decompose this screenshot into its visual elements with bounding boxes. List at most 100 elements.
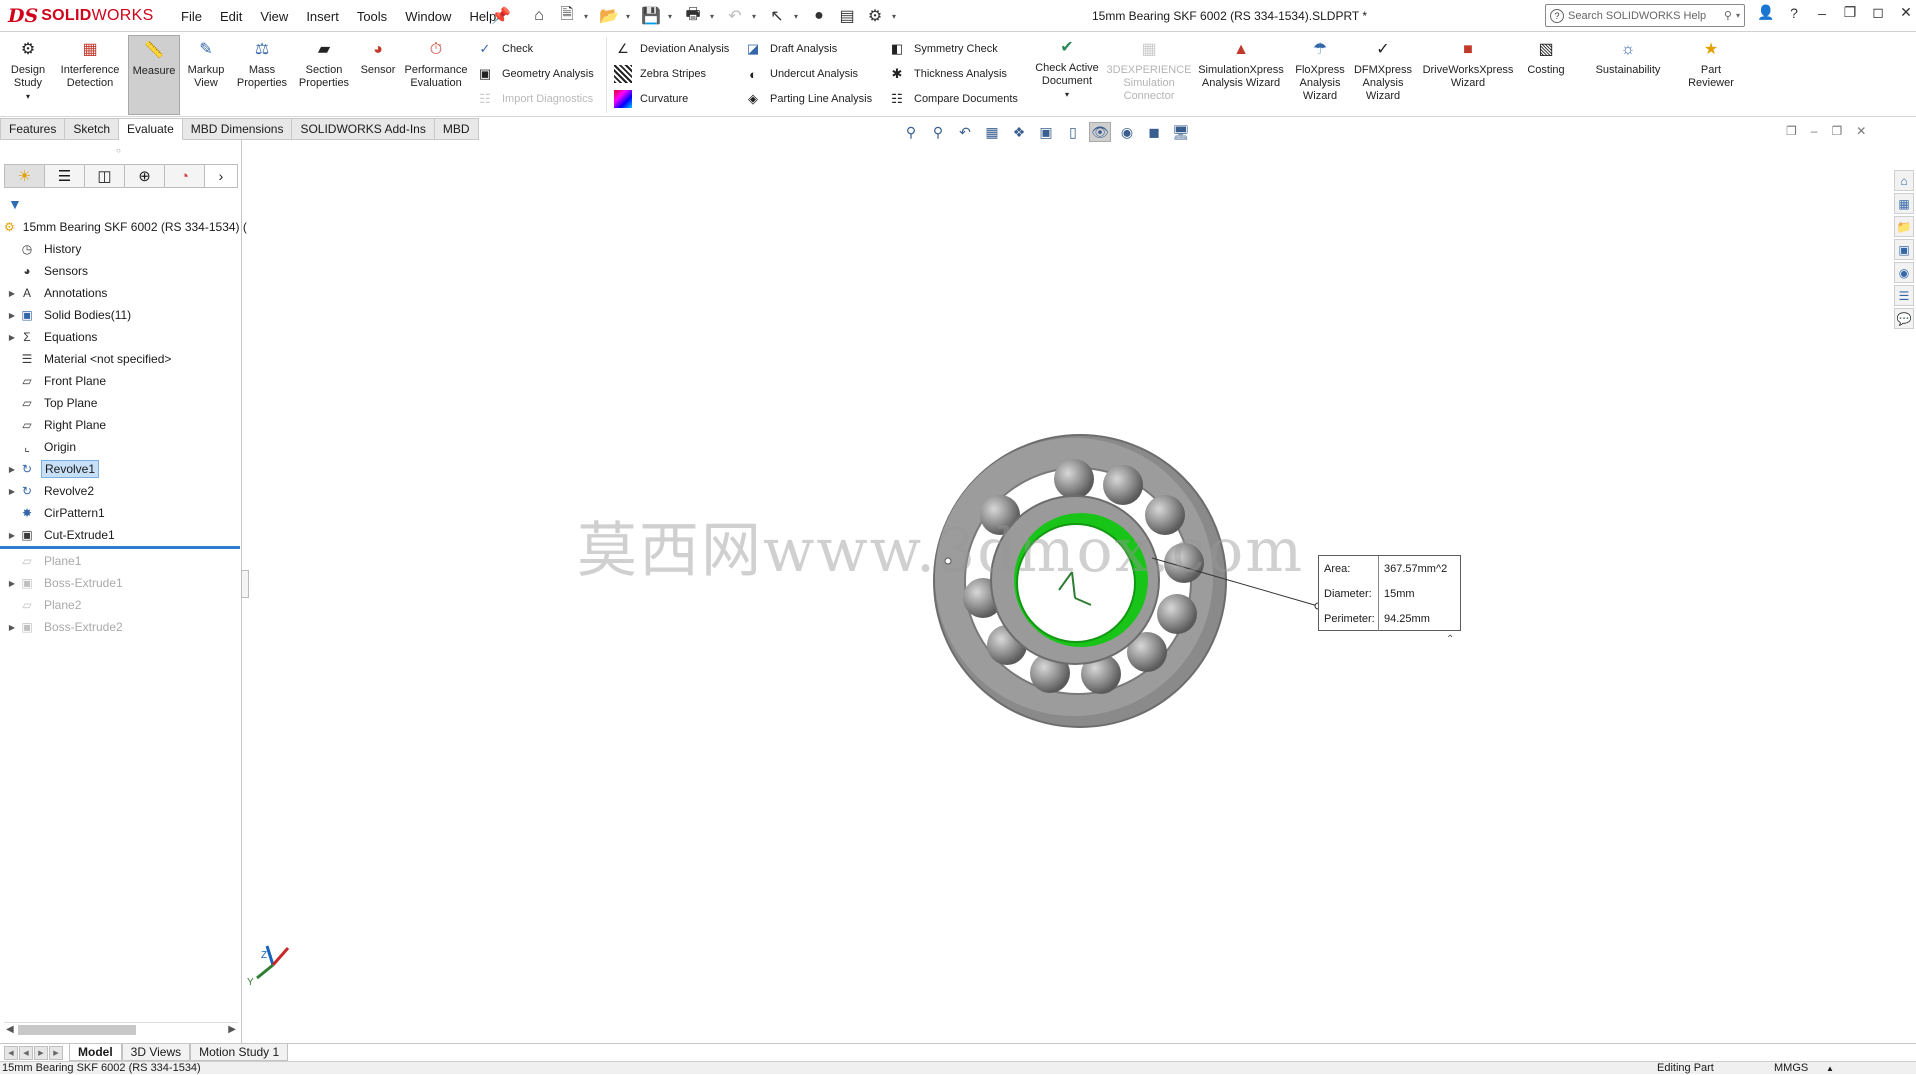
floxpress-button[interactable]: ☂ FloXpress Analysis Wizard	[1292, 37, 1348, 103]
ball[interactable]	[1157, 594, 1197, 634]
tab-model[interactable]: Model	[69, 1044, 122, 1061]
scroll-right-icon[interactable]: ▶	[228, 1024, 236, 1035]
save-dropdown-icon[interactable]: ▾	[668, 12, 676, 21]
appearances-icon[interactable]: ◉	[1894, 262, 1914, 283]
open-dropdown-icon[interactable]: ▾	[626, 12, 634, 21]
expand-arrow-icon[interactable]: ▶	[6, 311, 18, 320]
design-study-dropdown-icon[interactable]: ▾	[26, 90, 30, 103]
expand-arrow-icon[interactable]: ▶	[6, 623, 18, 632]
tree-item-revolve2[interactable]: ▶ ↻ Revolve2	[0, 480, 242, 502]
panel-horizontal-scrollbar[interactable]: ◀ ▶	[4, 1022, 238, 1036]
dynamic-annotation-icon[interactable]: ❖	[1008, 122, 1030, 142]
tree-item-right-plane[interactable]: ▱ Right Plane	[0, 414, 242, 436]
viewport-restore-icon[interactable]: ❐	[1786, 124, 1797, 138]
view-settings-icon[interactable]: 🖥	[1170, 122, 1192, 142]
section-view-icon[interactable]: ▦	[981, 122, 1003, 142]
tree-item-boss-extrude1[interactable]: ▶ ▣ Boss-Extrude1	[0, 572, 242, 594]
menu-insert[interactable]: Insert	[297, 7, 348, 26]
edit-appearance-icon[interactable]: ◉	[1116, 122, 1138, 142]
file-explorer-icon[interactable]: 📁	[1894, 216, 1914, 237]
units-dropdown-icon[interactable]: ▲	[1826, 1062, 1834, 1075]
apply-scene-icon[interactable]: ◼	[1143, 122, 1165, 142]
zoom-to-area-icon[interactable]: ⚲	[927, 122, 949, 142]
part-reviewer-button[interactable]: ★ Part Reviewer	[1686, 37, 1736, 90]
ball[interactable]	[1054, 459, 1094, 499]
new-document-icon[interactable]: 🗎	[556, 5, 578, 27]
rebuild-traffic-light-icon[interactable]: ●	[808, 5, 830, 27]
3dexperience-simulation-connector-button[interactable]: ▦ 3DEXPERIENCE Simulation Connector	[1107, 37, 1192, 103]
menu-window[interactable]: Window	[396, 7, 460, 26]
viewport-close-icon[interactable]: ✕	[1856, 124, 1866, 138]
select-dropdown-icon[interactable]: ▾	[794, 12, 802, 21]
menu-edit[interactable]: Edit	[211, 7, 251, 26]
tree-item-sensors[interactable]: ◕ Sensors	[0, 260, 242, 282]
thickness-analysis-button[interactable]: ✱ Thickness Analysis	[888, 63, 1007, 85]
select-cursor-icon[interactable]: ↖	[766, 5, 788, 27]
save-icon[interactable]: 💾	[640, 5, 662, 27]
displaymanager-tab-icon[interactable]: ◔	[164, 164, 204, 188]
maximize-icon[interactable]: ◻	[1868, 4, 1888, 21]
tab-motion-study-1[interactable]: Motion Study 1	[190, 1044, 289, 1061]
sustainability-button[interactable]: ☼ Sustainability	[1588, 37, 1668, 77]
markup-view-button[interactable]: ✎ Markup View	[184, 37, 228, 90]
model-viewport[interactable]: Z Y	[243, 140, 1889, 1043]
help-icon[interactable]: ?	[1784, 5, 1804, 21]
scroll-thumb[interactable]	[18, 1025, 136, 1035]
dfmxpress-button[interactable]: ✓ DFMXpress Analysis Wizard	[1352, 37, 1414, 103]
solidworks-logo[interactable]: DS SOLIDWORKS	[8, 3, 156, 29]
curvature-button[interactable]: Curvature	[614, 88, 688, 110]
search-icon[interactable]: ⚲	[1724, 9, 1732, 22]
hide-show-items-icon[interactable]: 👁	[1089, 122, 1111, 142]
draft-analysis-button[interactable]: ◪ Draft Analysis	[744, 38, 837, 60]
tree-item-front-plane[interactable]: ▱ Front Plane	[0, 370, 242, 392]
user-icon[interactable]: 👤	[1756, 4, 1776, 21]
deviation-analysis-button[interactable]: ∠ Deviation Analysis	[614, 38, 729, 60]
tree-item-top-plane[interactable]: ▱ Top Plane	[0, 392, 242, 414]
next-tab-icon[interactable]: ▶	[34, 1045, 48, 1060]
graphics-area[interactable]: Z Y 莫西网www.3dmox.com	[243, 140, 1889, 1043]
tab-solidworks-add-ins[interactable]: SOLIDWORKS Add-Ins	[292, 118, 435, 140]
tree-item-annotations[interactable]: ▶ A Annotations	[0, 282, 242, 304]
undo-icon[interactable]: ↶	[724, 5, 746, 27]
last-tab-icon[interactable]: ▶	[49, 1045, 63, 1060]
expand-arrow-icon[interactable]: ▶	[6, 487, 18, 496]
print-icon[interactable]: 🖶	[682, 5, 704, 27]
tab-evaluate[interactable]: Evaluate	[119, 118, 183, 140]
tree-root-part[interactable]: ⚙ 15mm Bearing SKF 6002 (RS 334-1534) (	[0, 216, 247, 238]
costing-button[interactable]: ▧ Costing	[1520, 37, 1572, 77]
check-active-document-button[interactable]: ✔ Check Active Document ▾	[1032, 35, 1102, 101]
check-active-dropdown-icon[interactable]: ▾	[1065, 88, 1069, 101]
import-diagnostics-button[interactable]: ☷ Import Diagnostics	[476, 88, 593, 110]
tab-features[interactable]: Features	[0, 118, 66, 140]
undo-dropdown-icon[interactable]: ▾	[752, 12, 760, 21]
tree-item-solid-bodies[interactable]: ▶ ▣ Solid Bodies(11)	[0, 304, 242, 326]
driveworksxpress-button[interactable]: ■ DriveWorksXpress Wizard	[1420, 37, 1516, 90]
interference-detection-button[interactable]: ▦ Interference Detection	[56, 37, 124, 90]
ball[interactable]	[1103, 465, 1143, 505]
tree-item-cirpattern1[interactable]: ✸ CirPattern1	[0, 502, 242, 524]
tree-item-material[interactable]: ☰ Material <not specified>	[0, 348, 242, 370]
tree-item-origin[interactable]: ⌞ Origin	[0, 436, 242, 458]
zoom-to-fit-icon[interactable]: ⚲	[900, 122, 922, 142]
rollback-bar[interactable]	[0, 546, 240, 549]
sensor-button[interactable]: ◕ Sensor	[358, 37, 398, 77]
dimxpertmanager-tab-icon[interactable]: ⊕	[124, 164, 164, 188]
tab-mbd[interactable]: MBD	[434, 118, 479, 140]
custom-properties-icon[interactable]: ☰	[1894, 285, 1914, 306]
measure-button[interactable]: 📏 Measure	[128, 35, 180, 115]
performance-evaluation-button[interactable]: ⏱ Performance Evaluation	[402, 37, 470, 90]
expand-arrow-icon[interactable]: ▶	[6, 531, 18, 540]
viewport-minimize-icon[interactable]: –	[1811, 124, 1818, 138]
minimize-icon[interactable]: –	[1812, 5, 1832, 21]
tree-item-history[interactable]: ◷ History	[0, 238, 242, 260]
new-dropdown-icon[interactable]: ▾	[584, 12, 592, 21]
expand-arrow-icon[interactable]: ▶	[6, 465, 18, 474]
parting-line-analysis-button[interactable]: ◈ Parting Line Analysis	[744, 88, 872, 110]
print-dropdown-icon[interactable]: ▾	[710, 12, 718, 21]
menu-tools[interactable]: Tools	[348, 7, 396, 26]
file-properties-icon[interactable]: ▤	[836, 5, 858, 27]
tree-item-boss-extrude2[interactable]: ▶ ▣ Boss-Extrude2	[0, 616, 242, 638]
simulationxpress-button[interactable]: ▲ SimulationXpress Analysis Wizard	[1194, 37, 1288, 90]
home-icon[interactable]: ⌂	[528, 5, 550, 27]
prev-tab-icon[interactable]: ◀	[19, 1045, 33, 1060]
